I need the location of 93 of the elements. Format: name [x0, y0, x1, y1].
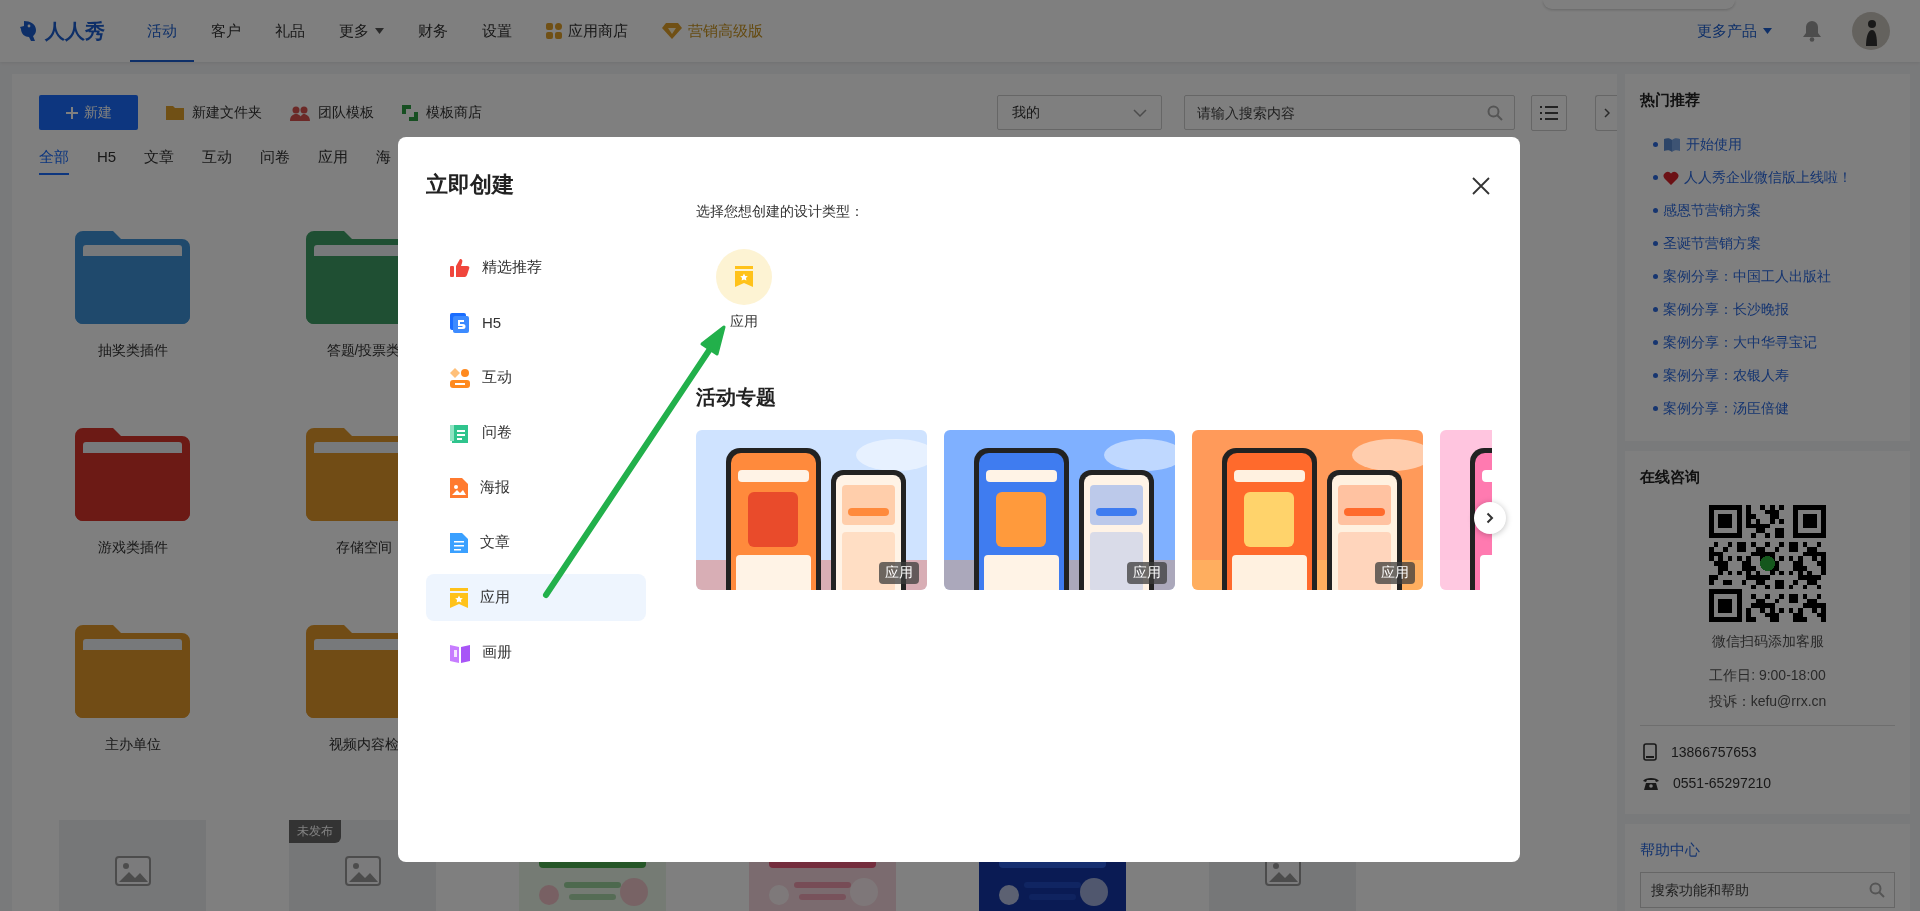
prompt-text: 选择您想创建的设计类型：: [696, 202, 865, 221]
folder-name: 视频内容检: [328, 736, 399, 754]
menu-item[interactable]: 画册: [426, 629, 646, 676]
close-icon[interactable]: [1472, 177, 1490, 195]
working-hours: 工作日: 9:00-18:00: [1709, 667, 1826, 685]
clipboard-icon: [450, 422, 470, 443]
filter-tab[interactable]: H5: [97, 148, 117, 175]
status-badge: 未发布: [289, 820, 341, 843]
plus-icon: [65, 106, 78, 119]
panel-title: 在线咨询: [1640, 467, 1701, 487]
toolbar-link[interactable]: 模板商店: [402, 103, 482, 122]
recommend-link[interactable]: 案例分享：长沙晚报: [1653, 293, 1895, 326]
recommend-link[interactable]: 人人秀企业微信版上线啦！: [1653, 161, 1895, 194]
filter-tab[interactable]: 全部: [39, 148, 69, 175]
caret-icon: [375, 28, 384, 34]
toolbar-link[interactable]: 团队模板: [290, 103, 374, 122]
h5-icon: [450, 312, 470, 333]
mobile-phone-icon: [1643, 742, 1657, 761]
app-icon: [716, 249, 772, 305]
document-icon: [450, 532, 468, 553]
complaint-email: 投诉：kefu@rrx.cn: [1708, 693, 1827, 711]
thumbs-up-icon: [450, 257, 470, 278]
menu-item[interactable]: 精选推荐: [426, 244, 646, 291]
nav-item[interactable]: 礼品: [258, 0, 322, 62]
filter-tab[interactable]: 海: [376, 148, 392, 175]
heart-icon: [1663, 170, 1679, 185]
avatar[interactable]: [1852, 12, 1890, 50]
folder-name: 存储空间: [335, 539, 392, 557]
new-button[interactable]: 新建: [39, 95, 138, 130]
recommend-link[interactable]: 开始使用: [1653, 128, 1895, 161]
folder-name: 答题/投票类: [326, 342, 401, 360]
people-icon: [290, 104, 310, 121]
chevron-down-icon: [1133, 108, 1147, 117]
nav-item[interactable]: 客户: [194, 0, 258, 62]
diamond-icon: [662, 23, 682, 39]
filter-tab[interactable]: 文章: [144, 148, 175, 175]
menu-item[interactable]: H5: [426, 299, 646, 346]
recommend-link[interactable]: 案例分享：中国工人出版社: [1653, 260, 1895, 293]
qr-caption: 微信扫码添加客服: [1711, 633, 1824, 651]
list-icon: [1540, 105, 1558, 120]
filter-tab[interactable]: 应用: [318, 148, 349, 175]
search-field[interactable]: 请输入搜索内容: [1184, 95, 1515, 130]
template-icon: [402, 104, 418, 121]
recommend-link[interactable]: 圣诞节营销方案: [1653, 227, 1895, 260]
more-products-menu[interactable]: 更多产品: [1697, 21, 1772, 41]
bookmark-icon: [450, 587, 468, 608]
toolbar-link[interactable]: 新建文件夹: [166, 103, 262, 122]
filter-tab[interactable]: 问卷: [260, 148, 291, 175]
filter-tab[interactable]: 互动: [202, 148, 233, 175]
image-icon: [344, 856, 381, 886]
nav-item[interactable]: 应用商店: [529, 0, 645, 62]
design-type-option[interactable]: 应用: [716, 249, 772, 331]
shapes-icon: [450, 367, 470, 388]
section-title: 活动专题: [696, 385, 777, 410]
folder-icon: [166, 105, 184, 120]
phone-number: 13866757653: [1671, 743, 1757, 760]
dialog-title: 立即创建: [426, 171, 515, 199]
card-tag: 应用: [1375, 562, 1415, 584]
image-file-icon: [450, 477, 468, 498]
card-tag: 应用: [879, 562, 919, 584]
recommend-link[interactable]: 案例分享：汤臣倍健: [1653, 392, 1895, 425]
folder-name: 抽奖类插件: [97, 342, 168, 360]
recommend-link[interactable]: 案例分享：农银人寿: [1653, 359, 1895, 392]
recommend-link[interactable]: 案例分享：大中华寻宝记: [1653, 326, 1895, 359]
caret-icon: [1763, 28, 1772, 34]
list-view-button[interactable]: [1531, 94, 1567, 131]
menu-item[interactable]: 海报: [426, 464, 646, 511]
card-tag: 应用: [1127, 562, 1167, 584]
book-icon: [1663, 137, 1681, 152]
nav-item[interactable]: 活动: [130, 0, 194, 62]
menu-item[interactable]: 互动: [426, 354, 646, 401]
phone-number: 0551-65297210: [1673, 774, 1772, 791]
book-icon: [450, 642, 470, 663]
nav-item[interactable]: 财务: [401, 0, 465, 62]
recommend-link[interactable]: 感恩节营销方案: [1653, 194, 1895, 227]
folder-name: 主办单位: [104, 736, 161, 754]
nav-item[interactable]: 设置: [465, 0, 529, 62]
menu-item[interactable]: 问卷: [426, 409, 646, 456]
chevron-right-icon: [1486, 512, 1494, 524]
grid-icon: [546, 23, 562, 39]
telephone-icon: [1643, 775, 1659, 790]
chevron-right-icon: [1603, 107, 1610, 118]
logo-text: 人人秀: [45, 18, 105, 44]
nav-item[interactable]: 更多: [322, 0, 401, 62]
menu-item[interactable]: 文章: [426, 519, 646, 566]
help-search-field[interactable]: 搜索功能和帮助: [1640, 872, 1895, 908]
folder-name: 游戏类插件: [97, 539, 168, 557]
image-icon: [114, 856, 151, 886]
help-center-link[interactable]: 帮助中心: [1640, 840, 1895, 860]
next-button[interactable]: [1474, 502, 1506, 534]
panel-title: 热门推荐: [1640, 90, 1701, 110]
scope-select[interactable]: 我的: [997, 95, 1162, 130]
menu-item[interactable]: 应用: [426, 574, 646, 621]
